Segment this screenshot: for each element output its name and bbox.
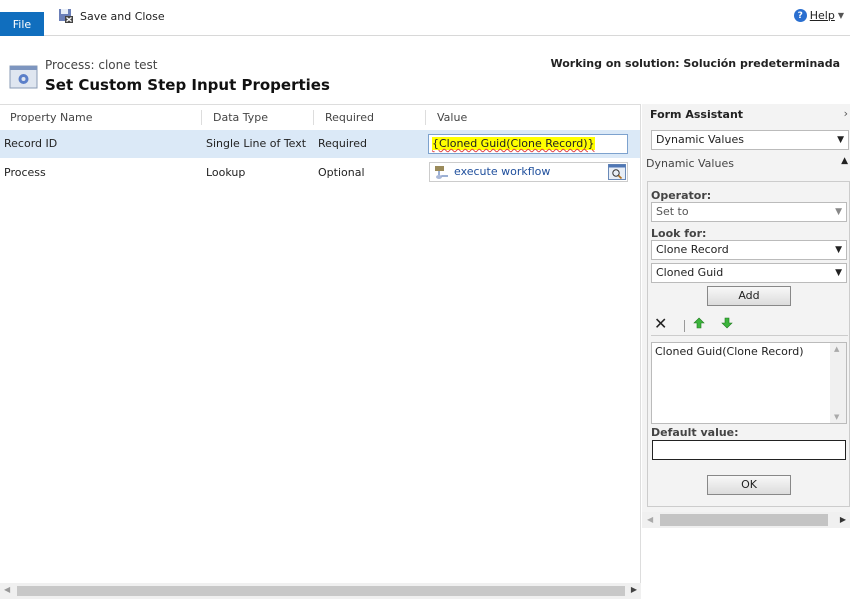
dropdown-arrow-icon: ▼ [835,245,842,255]
process-lookup-field[interactable]: execute workflow [429,162,628,182]
list-item[interactable]: Cloned Guid(Clone Record) [655,345,843,358]
lookup-value-link[interactable]: execute workflow [454,163,550,181]
dynamic-values-listbox[interactable]: Cloned Guid(Clone Record) ▲ ▼ [651,342,847,424]
property-name: Record ID [4,137,58,150]
move-up-icon[interactable] [693,317,705,329]
record-id-value-input[interactable]: {Cloned Guid(Clone Record)} [428,134,628,154]
form-assistant-title: Form Assistant [650,108,744,121]
properties-grid: Property Name Data Type Required Value R… [0,104,641,583]
scroll-up-icon[interactable]: ▲ [834,345,839,353]
look-for-label: Look for: [651,227,707,240]
page-title: Set Custom Step Input Properties [45,76,330,94]
select-value: Clone Record [656,243,729,256]
default-value-input[interactable] [652,440,846,460]
data-type: Single Line of Text [206,137,307,150]
save-and-close-label: Save and Close [80,9,165,23]
process-icon [9,65,38,89]
table-row[interactable]: Process Lookup Optional execute workflow [0,159,640,187]
lookup-search-icon[interactable] [608,164,626,180]
column-divider[interactable] [201,110,202,125]
look-for-entity-select[interactable]: Clone Record ▼ [651,240,847,260]
default-value-label: Default value: [651,426,739,439]
move-down-icon[interactable] [721,317,733,329]
horizontal-scrollbar[interactable]: ◀ ▶ [0,583,641,599]
scroll-left-icon[interactable]: ◀ [4,585,10,594]
divider [651,335,848,336]
chevron-right-icon[interactable]: › [844,107,848,120]
scrollbar-thumb[interactable] [17,586,625,596]
scroll-left-icon[interactable]: ◀ [647,515,653,524]
column-header-value[interactable]: Value [437,105,467,130]
dropdown-arrow-icon: ▼ [835,207,842,217]
add-button[interactable]: Add [707,286,791,306]
chevron-down-icon: ▼ [837,11,844,20]
file-button[interactable]: File [0,12,44,36]
required: Optional [318,166,365,179]
help-icon: ? [793,9,807,22]
select-value: Set to [656,205,689,218]
scroll-right-icon[interactable]: ▶ [631,585,637,594]
save-and-close-button[interactable]: Save and Close [58,8,165,24]
column-divider[interactable] [425,110,426,125]
column-header-property-name[interactable]: Property Name [10,105,93,130]
help-label: Help [809,9,835,22]
scroll-right-icon[interactable]: ▶ [840,515,846,524]
dynamic-value-token: {Cloned Guid(Clone Record)} [432,137,595,150]
panel-horizontal-scrollbar[interactable]: ◀ ▶ [642,512,850,528]
section-title: Dynamic Values [646,157,734,170]
scroll-down-icon[interactable]: ▼ [834,413,839,421]
data-type: Lookup [206,166,246,179]
assistant-mode-select[interactable]: Dynamic Values ▼ [651,130,849,150]
form-assistant-panel: Form Assistant › Dynamic Values ▼ Dynamic… [642,104,850,600]
delete-icon[interactable]: ✕ [654,314,667,333]
solution-label: Working on solution: Solución predetermi… [550,57,840,70]
scrollbar-thumb[interactable] [660,514,828,526]
workflow-icon [435,166,448,179]
required: Required [318,137,367,150]
ok-button[interactable]: OK [707,475,791,495]
process-name: Process: clone test [45,58,158,72]
column-divider[interactable] [313,110,314,125]
table-row[interactable]: Record ID Single Line of Text Required {… [0,130,640,158]
property-name: Process [4,166,46,179]
dropdown-arrow-icon: ▼ [835,268,842,278]
save-close-icon [59,9,73,23]
select-value: Dynamic Values [656,133,744,146]
vertical-scrollbar[interactable]: ▲ ▼ [830,343,846,423]
look-for-field-select[interactable]: Cloned Guid ▼ [651,263,847,283]
column-header-data-type[interactable]: Data Type [213,105,268,130]
operator-select[interactable]: Set to ▼ [651,202,847,222]
dropdown-arrow-icon: ▼ [837,135,844,145]
operator-label: Operator: [651,189,712,202]
help-button[interactable]: ? Help ▼ [793,9,844,22]
collapse-icon[interactable]: ▲ [841,156,848,166]
select-value: Cloned Guid [656,266,724,279]
column-header-required[interactable]: Required [325,105,374,130]
toolbar-divider [684,320,685,332]
panel-footer [642,528,850,600]
